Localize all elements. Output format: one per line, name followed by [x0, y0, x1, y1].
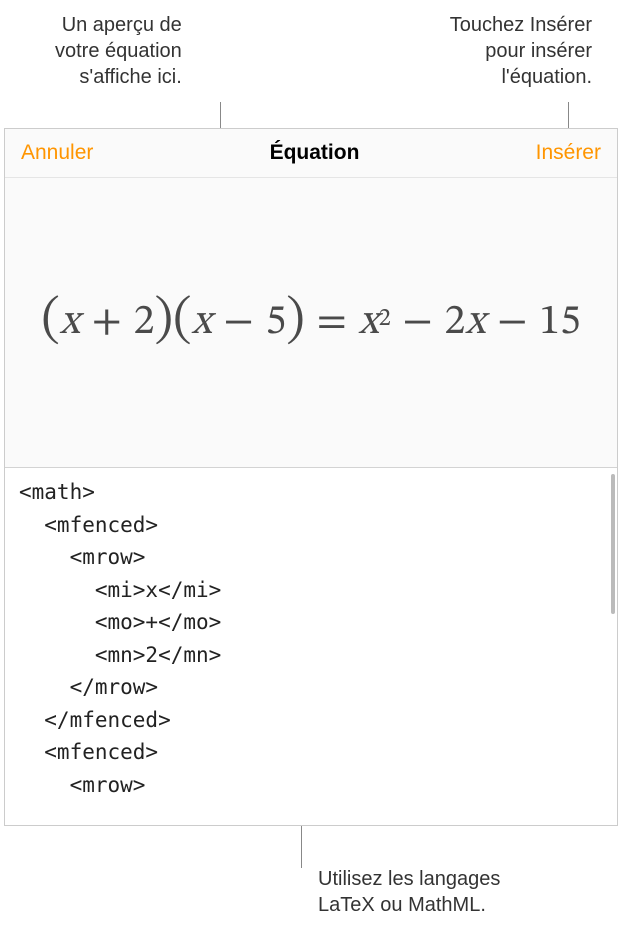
insert-button[interactable]: Insérer — [536, 141, 601, 165]
num: 2 — [134, 296, 155, 349]
op-minus: − — [403, 296, 433, 349]
var-x: x — [359, 296, 379, 349]
num: 2 — [445, 296, 466, 349]
cancel-button[interactable]: Annuler — [21, 141, 93, 165]
var-x: x — [465, 296, 485, 349]
code-text: <math> <mfenced> <mrow> <mi>x</mi> <mo>+… — [19, 480, 221, 797]
op-equals: = — [317, 296, 347, 349]
op-minus: − — [223, 296, 253, 349]
num: 15 — [539, 296, 581, 349]
op-plus: + — [92, 296, 122, 349]
var-x: x — [192, 296, 212, 349]
callout-preview-text: Un aperçu devotre équations'affiche ici. — [55, 12, 182, 90]
op-minus: − — [497, 296, 527, 349]
var-x: x — [60, 296, 80, 349]
exponent: 2 — [379, 303, 391, 334]
rendered-equation: ( x + 2 ) ( x − 5 ) = x2 − 2x − 15 — [41, 296, 581, 349]
editor-header: Annuler Équation Insérer — [5, 129, 617, 178]
equation-preview: ( x + 2 ) ( x − 5 ) = x2 − 2x − 15 — [5, 178, 617, 468]
equation-code-input[interactable]: <math> <mfenced> <mrow> <mi>x</mi> <mo>+… — [5, 468, 617, 825]
scrollbar-thumb[interactable] — [611, 474, 615, 614]
equation-editor-panel: Annuler Équation Insérer ( x + 2 ) ( x −… — [4, 128, 618, 826]
editor-title: Équation — [270, 141, 360, 165]
callout-language-text: Utilisez les langagesLaTeX ou MathML. — [318, 866, 500, 918]
callout-insert-text: Touchez Insérerpour insérerl'équation. — [450, 12, 592, 90]
num: 5 — [265, 296, 286, 349]
